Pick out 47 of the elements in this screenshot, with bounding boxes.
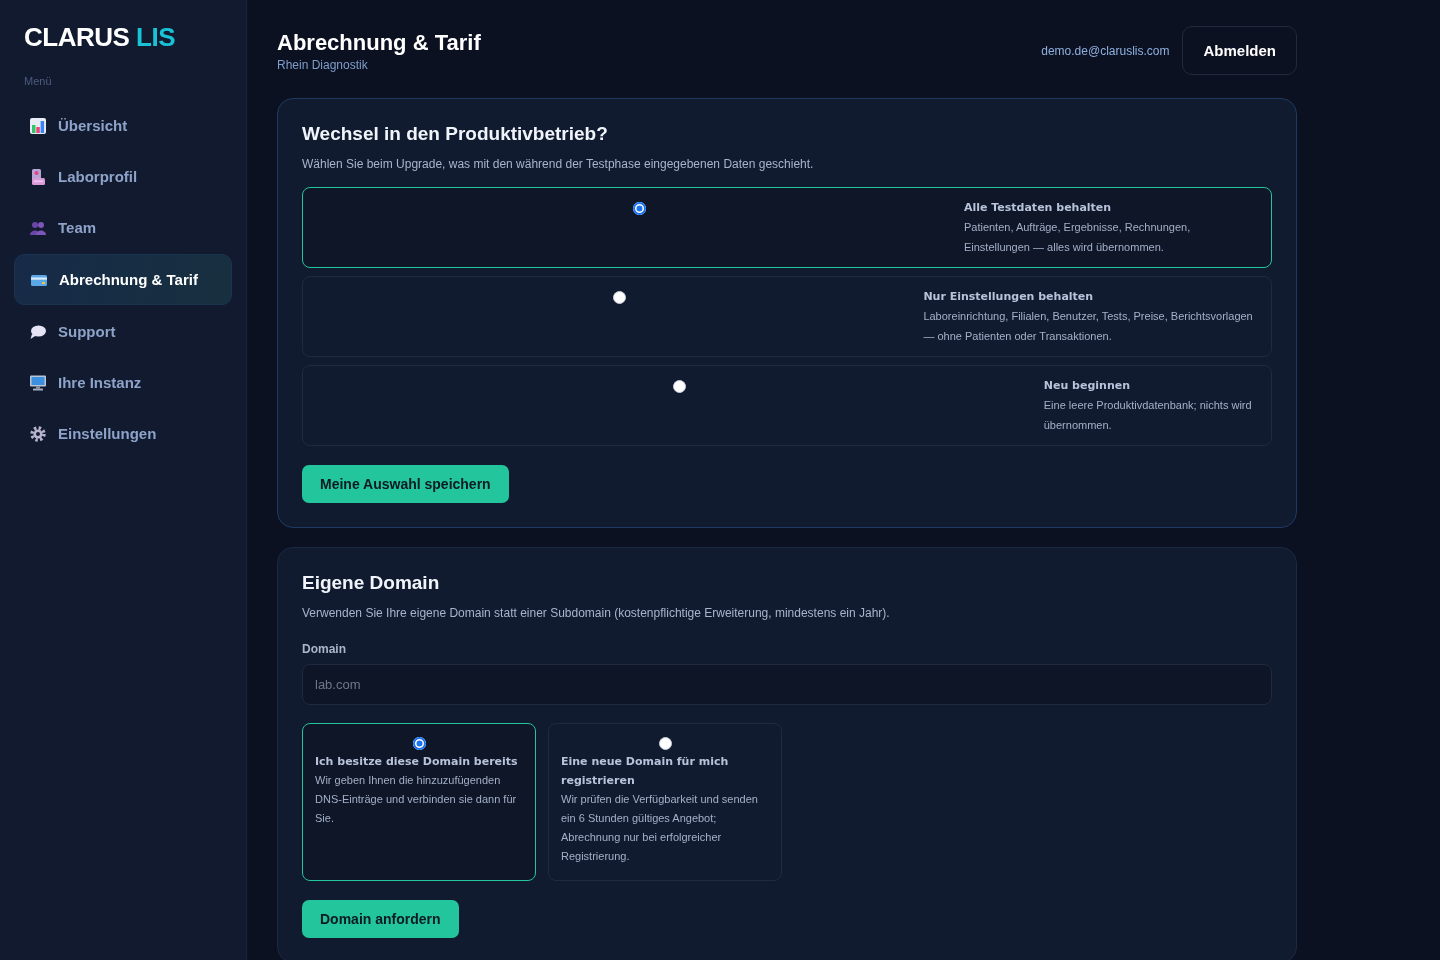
request-domain-button[interactable]: Domain anfordern bbox=[302, 900, 459, 938]
sidebar-item[interactable]: Abrechnung & Tarif bbox=[14, 254, 232, 305]
sidebar-item[interactable]: Übersicht bbox=[14, 101, 232, 150]
domain-option[interactable]: Eine neue Domain für mich registrieren Wir prüfen die Verfügbarkeit und senden ein 6 Stunden gültiges Angebot; Abrechnung nur bei erfolgreicher Registrierung. bbox=[548, 723, 782, 881]
domain-option[interactable]: Ich besitze diese Domain bereits Wir geben Ihnen die hinzuzufügenden DNS-Einträge und verbinden sie dann für Sie. bbox=[302, 723, 536, 881]
radio-button[interactable] bbox=[658, 737, 672, 750]
domain-input[interactable]: lab.com bbox=[302, 664, 1272, 705]
settings-icon bbox=[30, 425, 46, 442]
lab-name: Rhein Diagnostik bbox=[277, 56, 369, 73]
sidebar-item[interactable]: Ihre Instanz bbox=[14, 358, 232, 407]
field-label: Domain bbox=[302, 641, 346, 657]
card-title: Wechsel in den Produktivbetrieb? bbox=[302, 122, 608, 146]
speech-bubble-icon bbox=[30, 323, 46, 340]
option-title: Eine neue Domain für mich registrieren bbox=[561, 754, 730, 789]
sidebar-item[interactable]: Laborprofil bbox=[14, 152, 232, 201]
radio-button[interactable] bbox=[672, 380, 686, 393]
user-email: demo.de@claruslis.com bbox=[1041, 43, 1170, 58]
card-title: Eigene Domain bbox=[302, 571, 440, 595]
option-title: Neu beginnen bbox=[1043, 378, 1131, 394]
card-description: Verwenden Sie Ihre eigene Domain statt einer Subdomain (kostenpflichtige Erweiterung, mindestens ein Jahr). bbox=[302, 605, 890, 621]
option-title: Alle Testdaten behalten bbox=[963, 200, 1113, 216]
save-choice-button[interactable]: Meine Auswahl speichern bbox=[302, 465, 509, 503]
option-title: Ich besitze diese Domain bereits bbox=[315, 754, 519, 770]
monitor-icon bbox=[30, 374, 46, 391]
option-description: Wir geben Ihnen die hinzuzufügenden DNS-Einträge und verbinden sie dann für Sie. bbox=[315, 773, 518, 826]
option-description: Laboreinrichtung, Filialen, Benutzer, Tests, Preise, Berichtsvorlagen — ohne Patienten oder Transaktionen. bbox=[923, 309, 1254, 344]
data-option[interactable]: Nur Einstellungen behalten Laboreinrichtung, Filialen, Benutzer, Tests, Preise, Berichtsvorlagen — ohne Patienten oder Transaktionen. bbox=[302, 276, 1272, 357]
sidebar-item[interactable]: Einstellungen bbox=[14, 409, 232, 458]
people-icon bbox=[30, 219, 46, 236]
page-title: Abrechnung & Tarif bbox=[277, 28, 481, 57]
data-option[interactable]: Neu beginnen Eine leere Produktivdatenbank; nichts wird übernommen. bbox=[302, 365, 1272, 446]
menu-section-label: Menü bbox=[24, 74, 53, 88]
radio-button[interactable] bbox=[412, 737, 426, 750]
radio-button[interactable] bbox=[632, 202, 646, 215]
lab-form-icon bbox=[30, 168, 46, 185]
option-description: Eine leere Produktivdatenbank; nichts wird übernommen. bbox=[1043, 398, 1253, 433]
data-option[interactable]: Alle Testdaten behalten Patienten, Aufträge, Ergebnisse, Rechnungen, Einstellungen — alles wird übernommen. bbox=[302, 187, 1272, 268]
logout-button[interactable]: Abmelden bbox=[1182, 26, 1297, 75]
option-description: Patienten, Aufträge, Ergebnisse, Rechnungen, Einstellungen — alles wird übernommen. bbox=[963, 220, 1192, 255]
option-description: Wir prüfen die Verfügbarkeit und senden ein 6 Stunden gültiges Angebot; Abrechnung nur bei erfolgreicher Registrierung. bbox=[561, 792, 759, 864]
radio-button[interactable] bbox=[612, 291, 626, 304]
logo: CLARUS LIS bbox=[24, 22, 176, 52]
option-title: Nur Einstellungen behalten bbox=[923, 289, 1095, 305]
card-description: Wählen Sie beim Upgrade, was mit den während der Testphase eingegebenen Daten geschieht. bbox=[302, 156, 814, 172]
sidebar-item[interactable]: Support bbox=[14, 307, 232, 356]
sidebar-item[interactable]: Team bbox=[14, 203, 232, 252]
bar-chart-icon bbox=[30, 117, 46, 134]
